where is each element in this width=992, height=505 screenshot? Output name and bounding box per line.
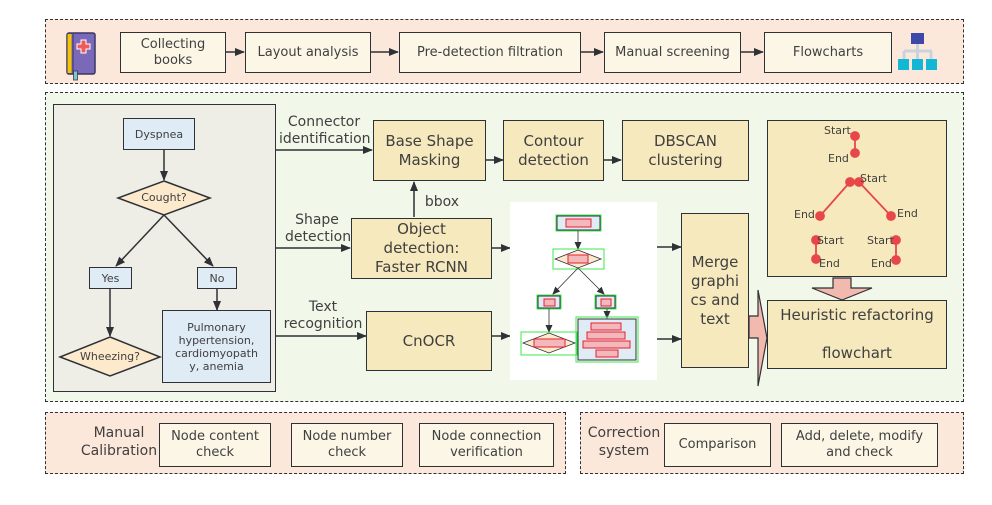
node-number-check: Node number check bbox=[291, 423, 403, 467]
node-content-check: Node content check bbox=[159, 423, 271, 467]
comparison-box: Comparison bbox=[664, 423, 771, 467]
manual-calibration-title: Manual Calibration bbox=[80, 425, 158, 459]
node-connection-verification: Node connection verification bbox=[419, 423, 554, 467]
heuristic-refactoring-box: Heuristic refactoring flowchart bbox=[767, 300, 947, 369]
right-arrow-to-heuristic bbox=[748, 289, 768, 387]
down-arrow-to-heuristic bbox=[811, 277, 873, 301]
correction-system-title: Correction system bbox=[587, 425, 661, 459]
add-delete-modify-check-box: Add, delete, modify and check bbox=[781, 423, 938, 467]
